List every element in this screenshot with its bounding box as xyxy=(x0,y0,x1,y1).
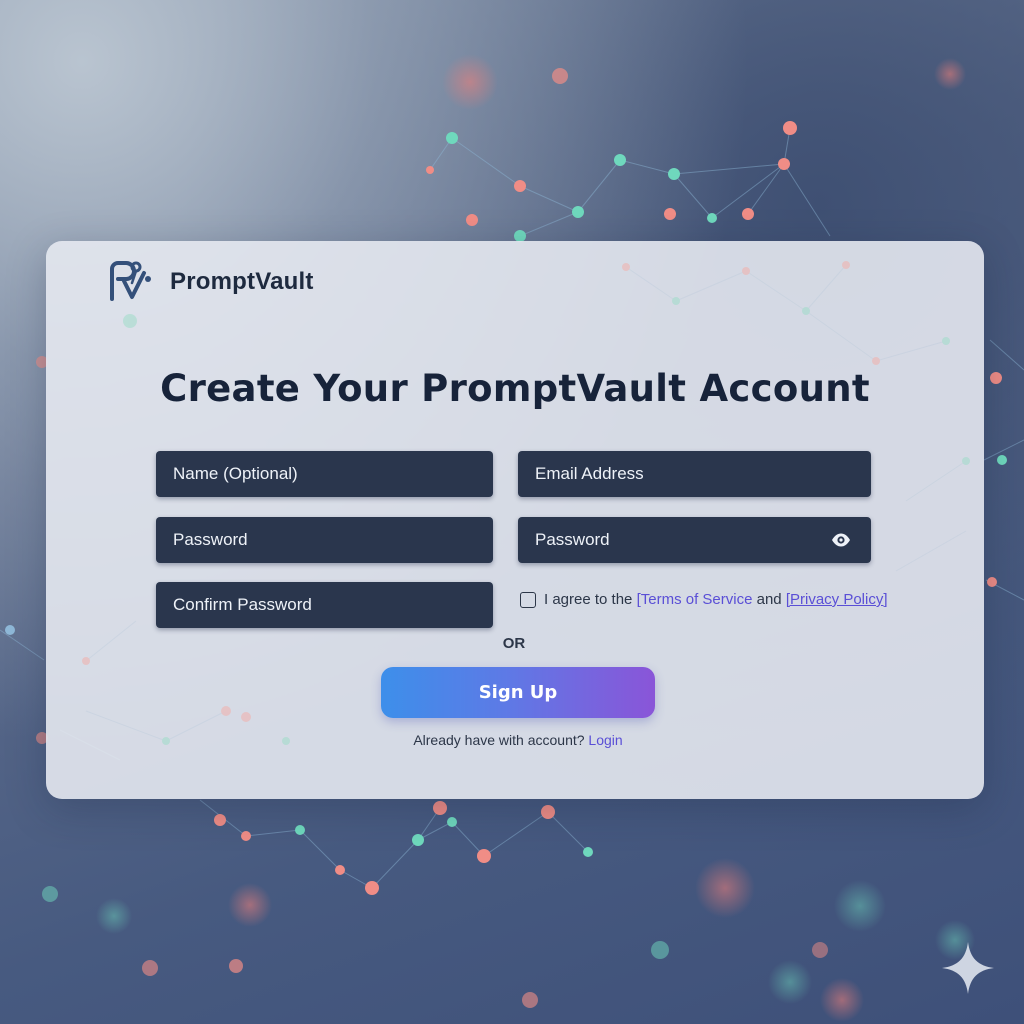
confirm-password-field[interactable]: Confirm Password xyxy=(156,582,493,628)
email-field[interactable]: Email Address xyxy=(518,451,871,497)
brand-name: PromptVault xyxy=(170,268,314,295)
signup-page: PromptVault Create Your PromptVault Acco… xyxy=(0,0,1024,1024)
page-title: Create Your PromptVault Account xyxy=(160,367,870,410)
terms-of-service-link[interactable]: [Terms of Service xyxy=(637,591,753,608)
or-divider: OR xyxy=(502,635,526,652)
privacy-policy-link[interactable]: [Privacy Policy] xyxy=(786,591,888,608)
login-prompt-row: Already have with account? Login xyxy=(46,732,984,748)
password-toggle-field-placeholder: Password xyxy=(535,530,610,549)
login-prompt: Already have with account? xyxy=(413,732,585,748)
name-field-placeholder: Name (Optional) xyxy=(173,464,298,483)
confirm-password-placeholder: Confirm Password xyxy=(173,595,312,614)
eye-icon[interactable] xyxy=(831,532,851,548)
terms-prefix: I agree to the xyxy=(544,591,633,608)
brand: PromptVault xyxy=(108,259,314,305)
sparkle-icon xyxy=(942,942,994,994)
password-field[interactable]: Password xyxy=(156,517,493,563)
password-field-placeholder: Password xyxy=(173,530,248,549)
login-link[interactable]: Login xyxy=(588,732,622,748)
pv-logo-icon xyxy=(110,261,151,301)
terms-checkbox[interactable] xyxy=(520,591,536,608)
name-field[interactable]: Name (Optional) xyxy=(156,451,493,497)
sign-up-label: Sign Up xyxy=(478,682,558,703)
signup-card: PromptVault Create Your PromptVault Acco… xyxy=(46,241,984,799)
terms-connector: and xyxy=(756,591,782,608)
email-field-placeholder: Email Address xyxy=(535,464,644,483)
terms-agreement: I agree to the [Terms of Service and [Pr… xyxy=(520,591,888,608)
password-field-with-toggle[interactable]: Password xyxy=(518,517,871,563)
sign-up-button[interactable]: Sign Up xyxy=(381,667,655,718)
